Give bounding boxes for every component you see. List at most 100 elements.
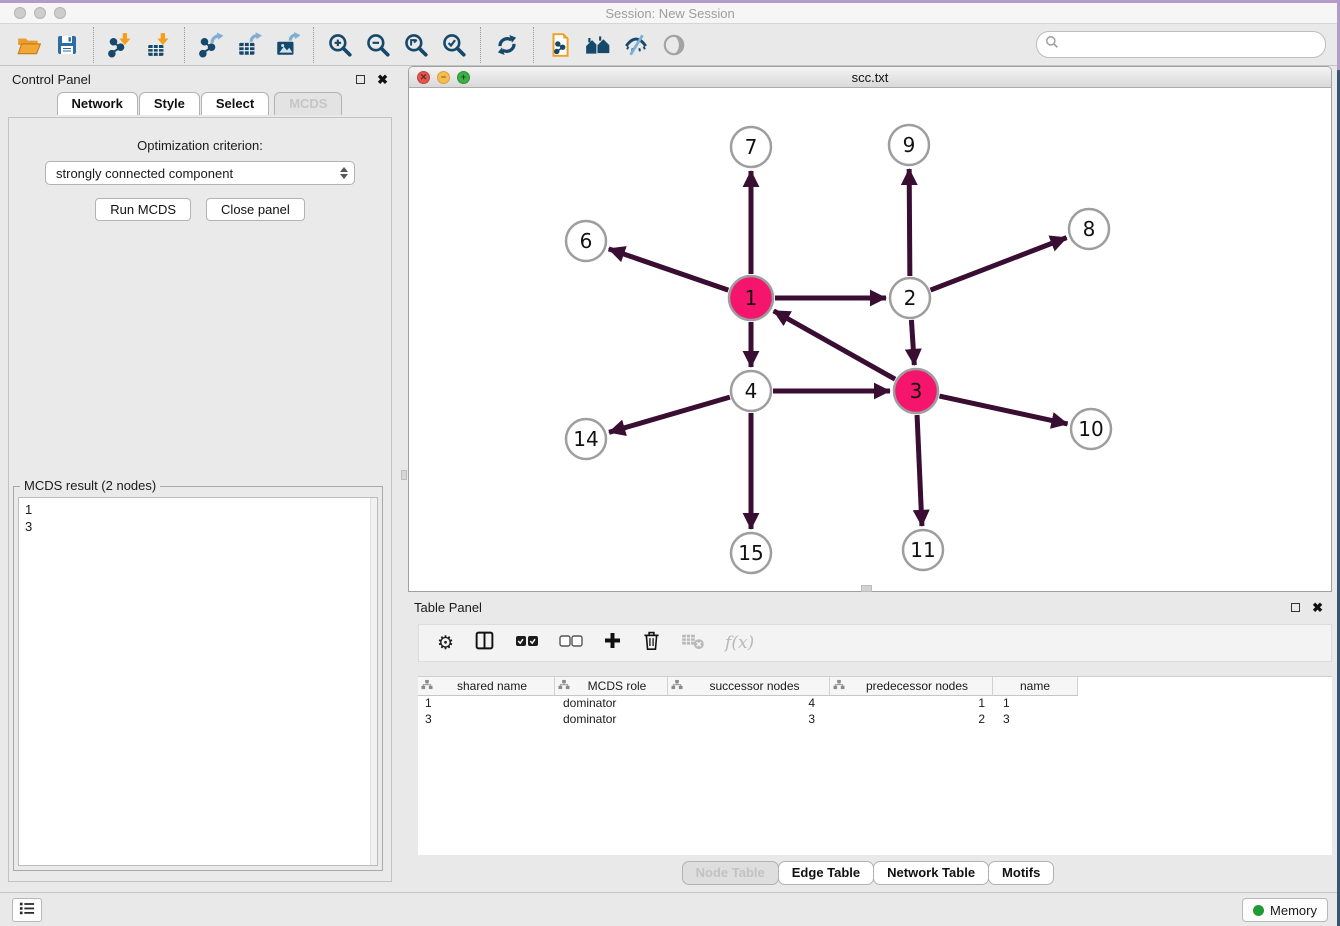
search-box[interactable]	[1036, 31, 1326, 58]
tab-node-table[interactable]: Node Table	[682, 861, 779, 885]
toolbar-separator	[533, 27, 534, 63]
table-cell[interactable]: 3	[418, 712, 555, 728]
graph-edge-4-14[interactable]	[609, 397, 730, 432]
unchecked-boxes-icon	[559, 634, 583, 653]
network-canvas[interactable]: 1234678910111415	[409, 88, 1331, 591]
window-top-border	[0, 0, 1340, 3]
table-cell[interactable]: dominator	[555, 696, 668, 712]
close-table-panel-icon[interactable]: ✖	[1312, 601, 1323, 614]
export-network-button[interactable]	[192, 28, 230, 62]
result-line: 1	[25, 501, 371, 518]
delete-column-button[interactable]	[642, 630, 661, 656]
create-column-button[interactable]	[603, 631, 622, 655]
table-row[interactable]: 3dominator323	[418, 712, 1332, 728]
column-header-successor-nodes[interactable]: successor nodes	[668, 677, 830, 696]
horizontal-split-handle[interactable]	[861, 585, 872, 592]
graph-node-label-11: 11	[910, 538, 935, 562]
graph-node-label-1: 1	[745, 286, 758, 310]
minimize-window-button[interactable]	[34, 7, 46, 19]
memory-button[interactable]: Memory	[1242, 898, 1328, 922]
zoom-window-button[interactable]	[54, 7, 66, 19]
import-network-button[interactable]	[101, 28, 139, 62]
column-tree-icon	[833, 679, 845, 693]
graph-node-label-3: 3	[910, 379, 923, 403]
network-zoom-button[interactable]: +	[457, 71, 470, 84]
table-cell[interactable]: 3	[993, 712, 1078, 728]
table-delete-icon	[681, 632, 705, 655]
select-stepper-icon	[340, 167, 348, 179]
zoom-selected-button[interactable]	[435, 28, 473, 62]
tab-edge-table[interactable]: Edge Table	[778, 861, 874, 885]
export-table-button[interactable]	[230, 28, 268, 62]
tab-motifs[interactable]: Motifs	[988, 861, 1054, 885]
table-cell[interactable]: 4	[668, 696, 830, 712]
graph-node-label-4: 4	[745, 379, 758, 403]
tab-mcds[interactable]: MCDS	[274, 92, 342, 115]
mcds-result-list[interactable]: 13	[18, 497, 378, 866]
graph-edge-3-10[interactable]	[939, 396, 1067, 424]
home-views-button[interactable]	[579, 28, 617, 62]
table-cell[interactable]: 1	[830, 696, 993, 712]
main-toolbar	[0, 24, 1340, 66]
column-header-name[interactable]: name	[993, 677, 1078, 696]
save-session-button[interactable]	[48, 28, 86, 62]
vertical-split-handle[interactable]	[401, 470, 407, 480]
import-table-icon	[145, 32, 171, 58]
table-cell[interactable]: dominator	[555, 712, 668, 728]
graph-edge-2-9[interactable]	[909, 169, 910, 276]
graph-edge-3-11[interactable]	[917, 415, 922, 526]
network-window: ✕ − + scc.txt 1234678910111415	[408, 66, 1332, 592]
zoom-in-button[interactable]	[321, 28, 359, 62]
export-image-icon	[274, 32, 300, 58]
toolbar-separator	[93, 27, 94, 63]
float-table-panel-icon[interactable]	[1291, 603, 1300, 612]
open-session-button[interactable]	[10, 28, 48, 62]
table-row[interactable]: 1dominator411	[418, 696, 1332, 712]
table-cell[interactable]: 1	[993, 696, 1078, 712]
tab-select[interactable]: Select	[201, 92, 269, 115]
run-mcds-button[interactable]: Run MCDS	[95, 198, 191, 221]
memory-label: Memory	[1270, 903, 1317, 918]
search-input[interactable]	[1065, 37, 1317, 52]
zoom-out-button[interactable]	[359, 28, 397, 62]
show-columns-button[interactable]	[474, 630, 495, 656]
graph-edge-1-6[interactable]	[609, 249, 729, 290]
graph-edge-2-3[interactable]	[911, 320, 914, 365]
column-tree-icon	[671, 679, 683, 693]
graph-edge-2-8[interactable]	[931, 238, 1067, 290]
result-scrollbar[interactable]	[370, 498, 377, 865]
export-image-button[interactable]	[268, 28, 306, 62]
tab-network[interactable]: Network	[57, 92, 138, 115]
import-table-button[interactable]	[139, 28, 177, 62]
traffic-lights	[14, 7, 66, 19]
column-header-shared-name[interactable]: shared name	[418, 677, 555, 696]
table-cell[interactable]: 2	[830, 712, 993, 728]
refresh-button[interactable]	[488, 28, 526, 62]
table-cell[interactable]: 1	[418, 696, 555, 712]
close-panel-button[interactable]: Close panel	[206, 198, 305, 221]
hide-graphics-button[interactable]	[617, 28, 655, 62]
table-settings-button[interactable]: ⚙	[437, 634, 454, 653]
criterion-select[interactable]: strongly connected component	[45, 161, 355, 185]
graph-edge-3-1[interactable]	[774, 311, 895, 379]
float-panel-icon[interactable]	[356, 75, 365, 84]
tab-network-table[interactable]: Network Table	[873, 861, 989, 885]
select-all-columns-button[interactable]	[515, 634, 539, 653]
node-table[interactable]: shared nameMCDS rolesuccessor nodesprede…	[418, 676, 1332, 855]
network-minimize-button[interactable]: −	[437, 71, 450, 84]
task-history-button[interactable]	[12, 898, 42, 922]
tab-style[interactable]: Style	[139, 92, 200, 115]
close-panel-icon[interactable]: ✖	[377, 73, 388, 86]
close-window-button[interactable]	[14, 7, 26, 19]
show-graphics-button[interactable]	[655, 28, 693, 62]
clone-network-button[interactable]	[541, 28, 579, 62]
column-header-mcds-role[interactable]: MCDS role	[555, 677, 668, 696]
table-cell[interactable]: 3	[668, 712, 830, 728]
network-close-button[interactable]: ✕	[417, 71, 430, 84]
criterion-value: strongly connected component	[56, 166, 340, 181]
window-title: Session: New Session	[0, 6, 1340, 21]
deselect-all-columns-button[interactable]	[559, 634, 583, 653]
column-header-predecessor-nodes[interactable]: predecessor nodes	[830, 677, 993, 696]
zoom-fit-button[interactable]	[397, 28, 435, 62]
export-network-icon	[198, 32, 224, 58]
